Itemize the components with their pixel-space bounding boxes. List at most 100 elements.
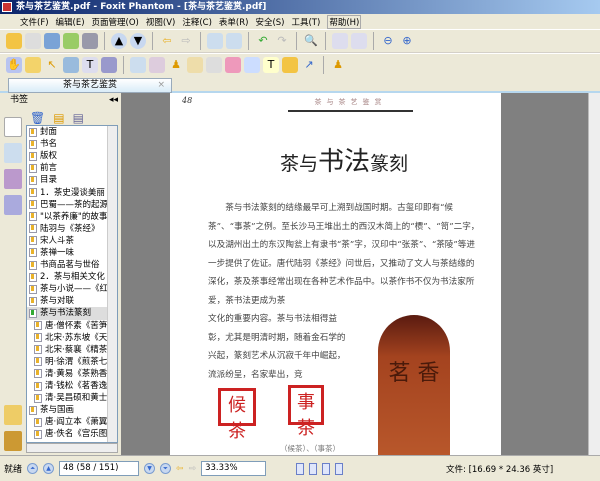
snapshot-icon[interactable] bbox=[101, 57, 117, 73]
bookmark-item[interactable]: 清·吴昌硕和黄士 bbox=[27, 392, 117, 404]
lock-icon[interactable] bbox=[206, 57, 222, 73]
fit-page-icon[interactable] bbox=[332, 33, 348, 49]
next-page-button[interactable]: ▼ bbox=[144, 463, 156, 474]
continuous-facing-icon[interactable] bbox=[335, 462, 344, 475]
tree-horizontal-scrollbar[interactable] bbox=[26, 443, 118, 453]
forward-view-icon[interactable]: ⇨ bbox=[189, 464, 197, 474]
bookmark-item[interactable]: 唐·阎立本《萧翼 bbox=[27, 416, 117, 428]
arrow-icon[interactable]: ↗ bbox=[301, 57, 317, 73]
open-icon[interactable] bbox=[6, 33, 22, 49]
bookmark-item[interactable]: 唐·僧怀素《苦笋 bbox=[27, 320, 117, 332]
select-text-icon[interactable] bbox=[25, 57, 41, 73]
form-icon[interactable] bbox=[244, 57, 260, 73]
note-icon[interactable] bbox=[225, 57, 241, 73]
menu-forms[interactable]: 表单(R) bbox=[219, 16, 249, 28]
redo-icon[interactable]: ↷ bbox=[274, 33, 290, 49]
rotate-icon[interactable] bbox=[207, 33, 223, 49]
document-scrollbar[interactable] bbox=[588, 93, 600, 455]
signature-stamp-icon[interactable]: ♟ bbox=[330, 57, 346, 73]
bookmark-item[interactable]: 茶与小说——《红 bbox=[27, 283, 117, 295]
print-icon[interactable] bbox=[44, 33, 60, 49]
menu-page-organize[interactable]: 页面管理(O) bbox=[92, 16, 139, 28]
page-number-field[interactable]: 48 (58 / 151) bbox=[59, 461, 140, 476]
bookmark-item[interactable]: 明·徐渭《煎茶七 bbox=[27, 356, 117, 368]
bookmark-item[interactable]: 版权 bbox=[27, 150, 117, 162]
bookmark-item[interactable]: "以茶养廉"的故事 bbox=[27, 211, 117, 223]
next-page-icon[interactable]: ▼ bbox=[130, 33, 146, 49]
menu-help[interactable]: 帮助(H) bbox=[327, 14, 362, 29]
bookmark-item[interactable]: 2．茶与相关文化 bbox=[27, 271, 117, 283]
forward-icon[interactable]: ⇨ bbox=[178, 33, 194, 49]
bookmark-goto-icon[interactable]: ▤ bbox=[73, 111, 84, 125]
bookmark-item[interactable]: 茶禅一味 bbox=[27, 247, 117, 259]
single-page-icon[interactable] bbox=[296, 462, 305, 475]
comment-icon[interactable] bbox=[282, 57, 298, 73]
bookmark-item[interactable]: 清·钱松《茗香逸 bbox=[27, 380, 117, 392]
bookmark-item[interactable]: 1．茶史漫谈美丽 bbox=[27, 186, 117, 198]
scan-icon[interactable] bbox=[82, 33, 98, 49]
email-icon[interactable] bbox=[63, 33, 79, 49]
menu-file[interactable]: 文件(F) bbox=[20, 16, 49, 28]
menu-comments[interactable]: 注释(C) bbox=[182, 16, 212, 28]
bookmark-item[interactable]: 书名 bbox=[27, 138, 117, 150]
undo-icon[interactable]: ↶ bbox=[255, 33, 271, 49]
zoom-plus-icon[interactable]: ⊕ bbox=[399, 33, 415, 49]
save-icon[interactable] bbox=[25, 33, 41, 49]
bookmark-item[interactable]: 封面 bbox=[27, 126, 117, 138]
stamp-icon[interactable]: ♟ bbox=[168, 57, 184, 73]
bookmark-item[interactable]: 书商品茗与世俗 bbox=[27, 259, 117, 271]
layers-tab-icon[interactable] bbox=[4, 195, 22, 215]
bookmark-item[interactable]: 清·黄易《茶熟香 bbox=[27, 368, 117, 380]
find-icon[interactable] bbox=[63, 57, 79, 73]
menu-view[interactable]: 视图(V) bbox=[146, 16, 175, 28]
last-page-icon[interactable]: ⏷ bbox=[160, 463, 172, 474]
rotate-ccw-icon[interactable] bbox=[226, 33, 242, 49]
bookmark-item[interactable]: 茶与对联 bbox=[27, 295, 117, 307]
add-bookmark-icon[interactable]: ▤ bbox=[53, 111, 64, 125]
back-icon[interactable]: ⇦ bbox=[159, 33, 175, 49]
prev-page-button[interactable]: ▲ bbox=[43, 463, 55, 474]
bookmark-item[interactable]: 巴蜀——茶的起源 bbox=[27, 199, 117, 211]
bookmark-item[interactable]: 北宋·苏东坡《天 bbox=[27, 332, 117, 344]
bookmark-item[interactable]: 北宋·蔡襄《精茶 bbox=[27, 344, 117, 356]
page-number: 48 bbox=[182, 96, 193, 105]
bookmark-item[interactable]: 唐·佚名《宫乐图》 bbox=[27, 428, 117, 440]
collapse-panel-icon[interactable]: ◂◂ bbox=[109, 93, 118, 107]
bookmark-icon bbox=[29, 296, 37, 306]
tab-close-icon[interactable]: × bbox=[157, 79, 165, 92]
fit-width-icon[interactable] bbox=[351, 33, 367, 49]
bookmark-item[interactable]: 陆羽与《茶经》 bbox=[27, 223, 117, 235]
main-toolbar: ▲ ▼ ⇦ ⇨ ↶ ↷ 🔍 ⊖ ⊕ bbox=[0, 29, 600, 52]
attachments-tab-icon[interactable] bbox=[4, 431, 22, 451]
bookmark-item[interactable]: 茶与国画 bbox=[27, 404, 117, 416]
bookmark-item[interactable]: 宋人斗茶 bbox=[27, 235, 117, 247]
attach-icon[interactable] bbox=[187, 57, 203, 73]
pencil-icon[interactable] bbox=[149, 57, 165, 73]
zoom-in-icon[interactable]: 🔍 bbox=[303, 33, 319, 49]
zoom-select[interactable]: 33.33% bbox=[201, 461, 267, 476]
delete-bookmark-icon[interactable]: 🗑 bbox=[30, 111, 45, 125]
prev-page-icon[interactable]: ▲ bbox=[111, 33, 127, 49]
first-page-icon[interactable]: ⏶ bbox=[27, 463, 39, 474]
hand-tool-icon[interactable]: ✋ bbox=[6, 57, 22, 73]
comments-tab-icon[interactable] bbox=[4, 405, 22, 425]
typewriter-icon[interactable]: T bbox=[82, 57, 98, 73]
annotations-tab-icon[interactable] bbox=[4, 169, 22, 189]
bookmark-item[interactable]: 茶与书法篆刻 bbox=[27, 307, 117, 320]
facing-icon[interactable] bbox=[322, 462, 331, 475]
continuous-icon[interactable] bbox=[309, 462, 318, 475]
rectangle-icon[interactable] bbox=[130, 57, 146, 73]
bookmark-item[interactable]: 前言 bbox=[27, 162, 117, 174]
zoom-out-icon[interactable]: ⊖ bbox=[380, 33, 396, 49]
bookmarks-tab-icon[interactable] bbox=[4, 117, 22, 137]
bookmark-item[interactable]: 目录 bbox=[27, 174, 117, 186]
menu-edit[interactable]: 编辑(E) bbox=[56, 16, 85, 28]
menu-tools[interactable]: 工具(T) bbox=[291, 16, 320, 28]
menu-security[interactable]: 安全(S) bbox=[255, 16, 284, 28]
tab-document[interactable]: 茶与茶艺鉴赏 × bbox=[8, 78, 172, 93]
pages-tab-icon[interactable] bbox=[4, 143, 22, 163]
textbox-icon[interactable]: T bbox=[263, 57, 279, 73]
tree-scrollbar[interactable] bbox=[107, 126, 117, 442]
select-arrow-icon[interactable]: ↖ bbox=[44, 57, 60, 73]
back-view-icon[interactable]: ⇦ bbox=[176, 464, 184, 474]
